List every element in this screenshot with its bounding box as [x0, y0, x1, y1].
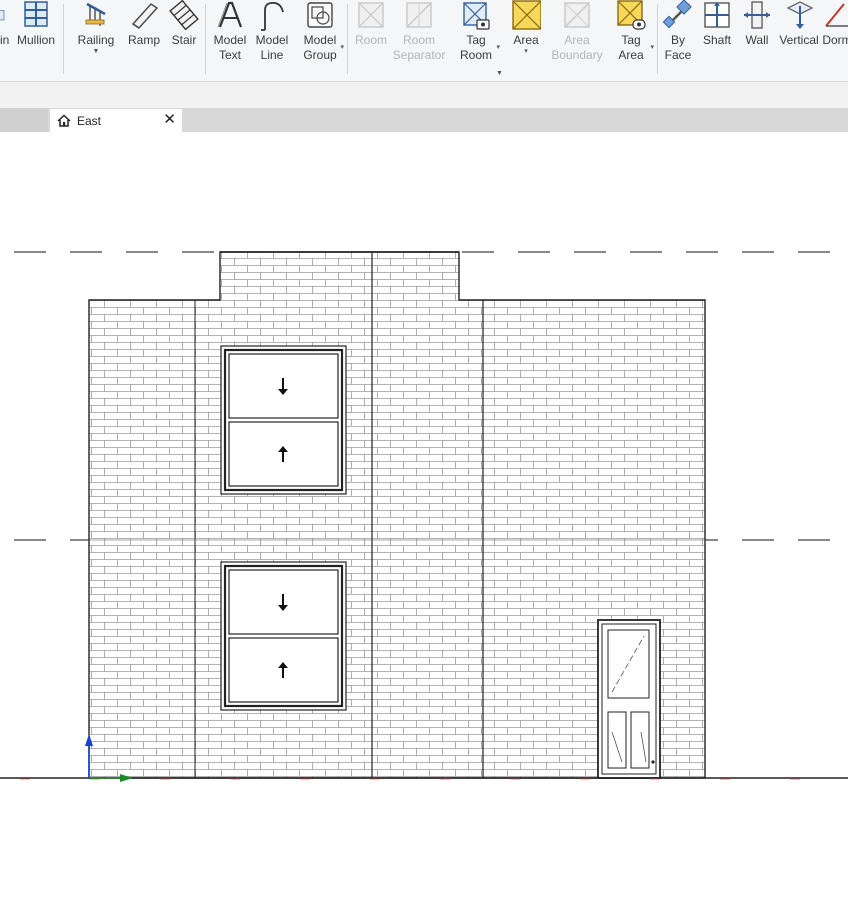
- mullion-label: Mullion: [16, 33, 55, 47]
- railing-label: Railing: [77, 33, 115, 47]
- wall-opening-button[interactable]: Wall: [738, 0, 776, 80]
- area-dropdown-icon[interactable]: ▾: [524, 48, 528, 56]
- room-icon: [358, 2, 384, 28]
- model-text-label: Model Text: [213, 33, 247, 62]
- ribbon-panel-title-strip: [0, 82, 848, 108]
- curtain-system-button[interactable]: in: [0, 0, 12, 80]
- dormer-opening-label: Dorm: [822, 33, 848, 47]
- room-button[interactable]: Room: [352, 0, 390, 80]
- ribbon-separator: [347, 4, 348, 74]
- vertical-opening-icon: [786, 1, 814, 29]
- stair-icon: [169, 0, 199, 31]
- door[interactable]: [597, 619, 661, 779]
- previous-view-tab[interactable]: [0, 108, 48, 132]
- tag-area-button[interactable]: Tag Area ▾: [608, 0, 654, 80]
- tag-area-label: Tag Area: [618, 33, 644, 62]
- shaft-button[interactable]: Shaft: [698, 0, 736, 80]
- area-boundary-button[interactable]: Area Boundary: [548, 0, 606, 80]
- curtain-system-label: in: [0, 33, 10, 47]
- stair-label: Stair: [171, 33, 197, 47]
- view-tab-east[interactable]: East ✕: [50, 109, 182, 132]
- ribbon: in Mullion Railing ▼ Ramp Stair Model Te…: [0, 0, 848, 82]
- vertical-opening-button[interactable]: Vertical: [777, 0, 821, 80]
- wall-opening-label: Wall: [745, 33, 769, 47]
- tag-room-dropdown-icon[interactable]: ▾: [496, 44, 500, 52]
- area-icon: [512, 0, 541, 30]
- tag-area-dropdown-icon[interactable]: ▾: [650, 44, 654, 52]
- house-icon: [57, 114, 71, 127]
- room-panel-dropdown-icon[interactable]: ▼: [496, 70, 503, 78]
- ramp-button[interactable]: Ramp: [124, 0, 164, 80]
- view-tab-label: East: [77, 113, 102, 128]
- room-separator-label: Room Separator: [392, 33, 446, 62]
- model-line-label: Model Line: [255, 33, 289, 62]
- by-face-button[interactable]: By Face: [660, 0, 696, 80]
- model-group-label: Model Group: [303, 33, 337, 62]
- shaft-label: Shaft: [702, 33, 732, 47]
- room-separator-icon: [406, 2, 432, 28]
- model-group-button[interactable]: Model Group ▾: [296, 0, 344, 80]
- area-boundary-icon: [564, 2, 590, 28]
- model-group-dropdown-icon[interactable]: ▾: [340, 44, 344, 52]
- stair-button[interactable]: Stair: [165, 0, 203, 80]
- tag-room-label: Tag Room: [459, 33, 492, 62]
- view-tab-bar: East ✕: [0, 108, 848, 132]
- model-group-icon: [307, 2, 333, 28]
- dormer-opening-button[interactable]: Dorm: [822, 0, 848, 80]
- ramp-icon: [131, 3, 159, 29]
- area-boundary-label: Area Boundary: [551, 33, 603, 62]
- drawing-canvas[interactable]: [0, 132, 848, 918]
- window-lower[interactable]: [220, 561, 347, 711]
- by-face-icon: [663, 0, 692, 29]
- room-label: Room: [354, 33, 387, 47]
- elevation-drawing[interactable]: [0, 132, 848, 918]
- room-separator-button[interactable]: Room Separator: [392, 0, 446, 80]
- ribbon-separator: [63, 4, 64, 74]
- railing-button[interactable]: Railing ▼: [74, 0, 118, 80]
- area-label: Area: [513, 33, 539, 47]
- vertical-opening-label: Vertical: [779, 33, 819, 47]
- railing-dropdown-icon[interactable]: ▼: [93, 48, 100, 56]
- model-line-icon: [261, 1, 284, 31]
- wall-opening-icon: [744, 1, 770, 29]
- window-upper[interactable]: [220, 345, 347, 495]
- shaft-icon: [704, 2, 730, 28]
- dormer-icon: [825, 3, 848, 27]
- tag-room-icon: [463, 2, 490, 30]
- model-line-button[interactable]: Model Line: [252, 0, 292, 80]
- model-text-icon: [217, 1, 243, 28]
- railing-icon: [85, 2, 106, 26]
- ribbon-separator: [657, 4, 658, 74]
- tag-room-button[interactable]: Tag Room ▾ ▼: [452, 0, 503, 80]
- ramp-label: Ramp: [127, 33, 160, 47]
- curtain-system-icon: [0, 10, 5, 21]
- tag-area-icon: [617, 0, 646, 30]
- by-face-label: By Face: [664, 33, 692, 62]
- area-button[interactable]: Area ▾: [506, 0, 546, 80]
- mullion-icon: [24, 1, 48, 27]
- ribbon-separator: [205, 4, 206, 74]
- mullion-button[interactable]: Mullion: [14, 0, 58, 80]
- model-text-button[interactable]: Model Text: [210, 0, 250, 80]
- close-icon[interactable]: ✕: [163, 112, 176, 128]
